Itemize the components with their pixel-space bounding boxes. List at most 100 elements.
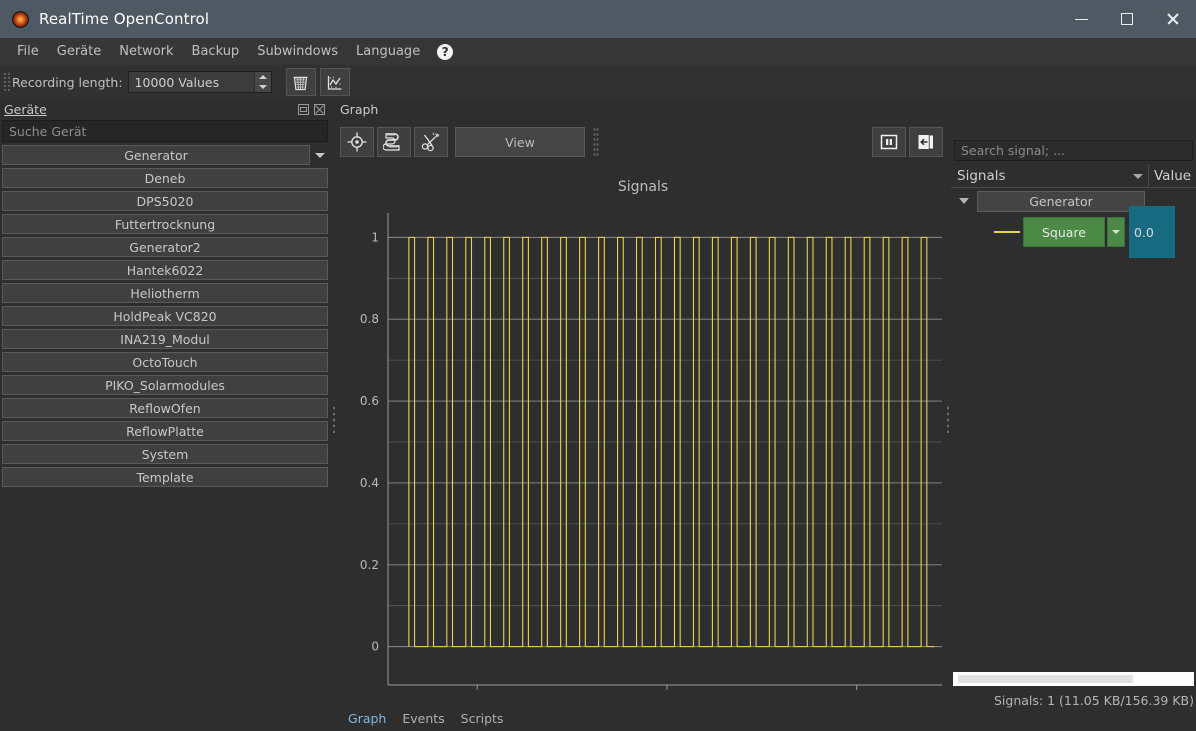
signal-group-button[interactable]: Generator <box>977 190 1145 212</box>
help-icon[interactable]: ? <box>437 43 454 60</box>
device-item[interactable]: PIKO_Solarmodules <box>2 375 328 395</box>
column-header-signals[interactable]: Signals <box>951 165 1128 187</box>
devices-dock: Geräte Suche Gerät Generator Deneb DPS502… <box>0 99 330 705</box>
signals-column-filter-button[interactable] <box>1128 165 1148 187</box>
stepper-up-button[interactable] <box>255 72 271 82</box>
device-item[interactable]: ReflowOfen <box>2 398 328 418</box>
recording-length-value[interactable]: 10000 Values <box>129 72 254 92</box>
menu-backup[interactable]: Backup <box>183 41 249 62</box>
signals-plot[interactable]: Signals 0 0.2 0.4 0.6 0.8 1 1.55491425 1.554914… <box>336 165 950 700</box>
signals-table-header: Signals Value <box>951 165 1196 188</box>
column-header-value[interactable]: Value <box>1148 165 1196 187</box>
tab-scripts[interactable]: Scripts <box>453 708 512 729</box>
menu-network[interactable]: Network <box>110 41 182 62</box>
signal-options-button[interactable] <box>1107 217 1125 247</box>
window-controls <box>1058 0 1196 38</box>
scissors-button[interactable] <box>414 127 448 157</box>
graph-toolbar-drag-handle[interactable] <box>593 127 599 157</box>
plot-title: Signals <box>617 179 669 195</box>
device-item[interactable]: Futtertrocknung <box>2 214 328 234</box>
group-expander-button[interactable] <box>951 198 977 204</box>
ruler-button[interactable] <box>377 127 411 157</box>
menu-subwindows[interactable]: Subwindows <box>248 41 347 62</box>
signal-name-button[interactable]: Square <box>1023 217 1105 247</box>
device-item[interactable]: Heliotherm <box>2 283 328 303</box>
signal-search-input[interactable]: Search signal; ... <box>954 140 1193 161</box>
tab-graph[interactable]: Graph <box>340 708 394 729</box>
minimize-icon <box>1074 18 1088 20</box>
device-item[interactable]: INA219_Modul <box>2 329 328 349</box>
chart-icon <box>327 75 342 90</box>
chevron-down-icon <box>1112 230 1120 234</box>
x-tick-label: 1.55491427 <box>819 693 895 695</box>
stepper-buttons <box>253 72 271 92</box>
chevron-up-icon <box>258 75 267 79</box>
toolbar-drag-handle[interactable] <box>2 71 10 93</box>
chevron-down-icon <box>1133 173 1143 179</box>
menu-bar: File Geräte Network Backup Subwindows La… <box>0 38 1196 65</box>
graph-dock-header: Graph <box>336 99 950 120</box>
main-toolbar: Recording length: 10000 Values <box>0 65 1196 99</box>
device-item[interactable]: Generator2 <box>2 237 328 257</box>
y-tick-label: 0.2 <box>360 558 379 572</box>
close-icon[interactable] <box>313 103 326 116</box>
status-bar: Signals: 1 (11.05 KB/156.39 KB) <box>994 692 1194 708</box>
devices-dock-header: Geräte <box>0 99 330 120</box>
maximize-icon <box>1121 13 1133 25</box>
maximize-button[interactable] <box>1104 0 1150 38</box>
signals-dock: Search signal; ... Signals Value Generat… <box>951 137 1196 682</box>
chevron-down-icon <box>959 198 969 204</box>
device-item[interactable]: ReflowPlatte <box>2 421 328 441</box>
signal-color-swatch[interactable] <box>991 231 1023 233</box>
y-tick-label: 0 <box>371 640 379 654</box>
app-logo-icon <box>12 10 29 28</box>
application-window: RealTime OpenControl File Geräte Network… <box>0 0 1196 731</box>
menu-language[interactable]: Language <box>347 41 429 62</box>
device-item[interactable]: OctoTouch <box>2 352 328 372</box>
stepper-down-button[interactable] <box>255 82 271 92</box>
export-icon <box>918 134 934 150</box>
pause-button[interactable] <box>872 127 906 157</box>
menu-file[interactable]: File <box>8 41 48 62</box>
menu-gerate[interactable]: Geräte <box>48 41 110 62</box>
open-graph-button[interactable] <box>319 68 350 96</box>
device-dropdown-button[interactable] <box>312 145 328 165</box>
signal-value-cell: 0.0 <box>1129 206 1175 258</box>
device-item[interactable]: Deneb <box>2 168 328 188</box>
title-bar: RealTime OpenControl <box>0 0 1196 38</box>
device-item[interactable]: HoldPeak VC820 <box>2 306 328 326</box>
x-tick-label: 1.55491426 <box>629 693 705 695</box>
recording-length-stepper[interactable]: 10000 Values <box>127 71 272 93</box>
graph-toolbar: View <box>340 121 946 163</box>
device-item[interactable]: Template <box>2 467 328 487</box>
chevron-down-icon <box>315 152 325 158</box>
close-button[interactable] <box>1150 0 1196 38</box>
device-item[interactable]: System <box>2 444 328 464</box>
float-icon[interactable] <box>297 103 310 116</box>
ruler-icon <box>383 133 400 151</box>
graph-toolbar-right-group <box>872 127 946 157</box>
y-tick-label: 0.4 <box>360 476 379 490</box>
minimize-button[interactable] <box>1058 0 1104 38</box>
crosshair-button[interactable] <box>340 127 374 157</box>
view-button[interactable]: View <box>455 127 585 157</box>
device-item[interactable]: Hantek6022 <box>2 260 328 280</box>
trash-icon <box>293 76 308 90</box>
graph-bottom-tabs: Graph Events Scripts <box>340 706 740 731</box>
export-button[interactable] <box>909 127 943 157</box>
device-list: Deneb DPS5020 Futtertrocknung Generator2 Han… <box>0 168 330 487</box>
window-title: RealTime OpenControl <box>39 10 210 28</box>
signals-scrollbar-thumb[interactable] <box>958 675 1133 683</box>
y-tick-label: 0.8 <box>360 312 379 326</box>
device-search-input[interactable]: Suche Gerät <box>2 120 328 142</box>
plot-canvas[interactable]: 0 0.2 0.4 0.6 0.8 1 1.55491425 1.55491426 1.5549… <box>336 195 950 695</box>
device-item[interactable]: DPS5020 <box>2 191 328 211</box>
selected-device-button[interactable]: Generator <box>2 145 310 165</box>
signal-row: Square 0.0 <box>951 206 1196 258</box>
devices-dock-title: Geräte <box>4 102 47 117</box>
clear-recording-button[interactable] <box>285 68 316 96</box>
x-tick-label: 1.55491425 <box>439 693 515 695</box>
tab-events[interactable]: Events <box>394 708 452 729</box>
close-icon <box>1166 12 1180 26</box>
scissors-icon <box>421 132 440 152</box>
